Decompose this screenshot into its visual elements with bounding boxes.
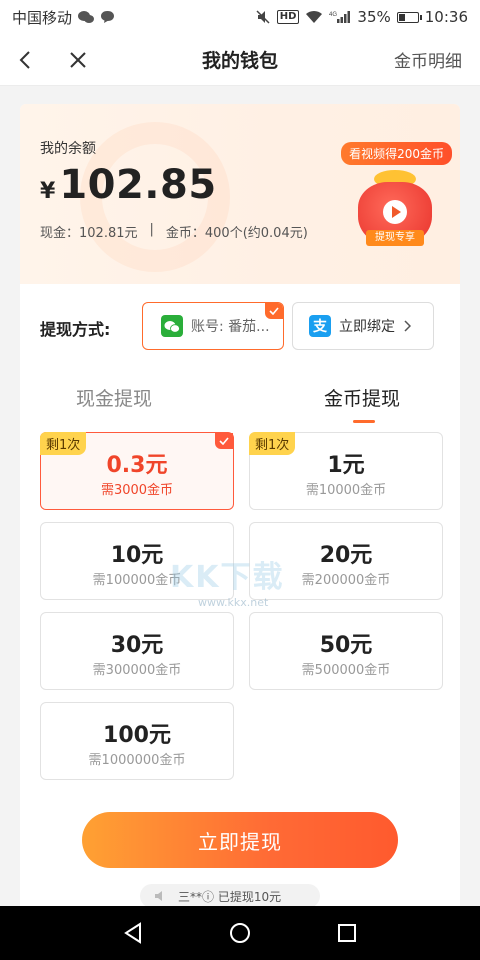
speaker-icon: [155, 891, 162, 901]
option-amount: 50元: [319, 633, 373, 658]
option-requirement: 需10000金币: [305, 483, 387, 498]
balance-amount: ¥ 102.85: [40, 162, 217, 208]
wifi-icon: [305, 10, 323, 24]
withdraw-option-0-3[interactable]: 剩1次 0.3元 需3000金币: [40, 432, 234, 510]
chevron-left-icon: [19, 50, 30, 69]
wechat-account-text: 账号: 番茄...: [191, 319, 270, 335]
alipay-bind-button[interactable]: 支 立即绑定: [292, 302, 434, 350]
balance-separator: |: [149, 222, 154, 237]
option-amount: 1元: [327, 453, 365, 478]
currency-symbol: ¥: [40, 179, 56, 204]
coin-detail-link[interactable]: 金币明细: [394, 47, 462, 72]
option-amount: 100元: [103, 723, 171, 748]
withdraw-method-row: 提现方式: 账号: 番茄... 支 立即绑定: [20, 302, 460, 352]
alipay-bind-text: 立即绑定: [339, 319, 395, 335]
close-button[interactable]: [52, 34, 104, 86]
withdraw-method-label: 提现方式:: [40, 320, 111, 339]
option-requirement: 需3000金币: [100, 483, 174, 498]
system-back-button[interactable]: [113, 913, 153, 953]
system-home-button[interactable]: [220, 913, 260, 953]
option-requirement: 需300000金币: [92, 663, 182, 678]
square-recents-icon: [337, 924, 356, 942]
active-tab-indicator: [353, 420, 375, 423]
nav-bar: 我的钱包 金币明细: [0, 34, 480, 86]
signal-icon: 4G: [329, 10, 351, 24]
ticker-text: 三**ⓘ 已提现10元: [178, 889, 282, 904]
network-type-label: 4G: [329, 12, 337, 18]
withdraw-option-50[interactable]: 50元 需500000金币: [249, 612, 443, 690]
carrier-label: 中国移动: [12, 8, 73, 27]
withdraw-option-30[interactable]: 30元 需300000金币: [40, 612, 234, 690]
alipay-icon: 支: [309, 315, 331, 337]
wallet-card: 我的余额 ¥ 102.85 现金：102.81元 | 金币：400个(约0.04…: [20, 104, 460, 914]
hd-badge: HD: [276, 10, 300, 24]
option-requirement: 需1000000金币: [88, 753, 186, 768]
balance-value: 102.85: [59, 162, 217, 208]
selected-check-icon: [265, 303, 283, 319]
promo-ribbon: 提现专享: [366, 230, 424, 246]
option-requirement: 需200000金币: [301, 573, 391, 588]
option-amount: 20元: [319, 543, 373, 568]
withdraw-option-10[interactable]: 10元 需100000金币: [40, 522, 234, 600]
option-amount: 10元: [110, 543, 164, 568]
option-amount: 30元: [110, 633, 164, 658]
withdraw-now-button[interactable]: 立即提现: [82, 812, 398, 868]
option-requirement: 需100000金币: [92, 573, 182, 588]
withdraw-tabs: 现金提现 金币提现: [20, 384, 460, 428]
triangle-back-icon: [124, 922, 142, 944]
withdraw-option-20[interactable]: 20元 需200000金币: [249, 522, 443, 600]
wechat-icon: [161, 315, 183, 337]
battery-icon: [396, 11, 422, 23]
withdraw-option-1[interactable]: 剩1次 1元 需10000金币: [249, 432, 443, 510]
withdraw-ticker: 三**ⓘ 已提现10元: [140, 884, 320, 908]
tab-coin[interactable]: 金币提现: [324, 384, 400, 411]
status-bar: 中国移动 HD 4G 35% 10:36: [0, 0, 480, 34]
circle-home-icon: [229, 923, 250, 943]
balance-detail: 现金：102.81元 | 金币：400个(约0.04元): [40, 222, 308, 241]
wechat-method-option[interactable]: 账号: 番茄...: [142, 302, 284, 350]
system-nav-bar: [0, 906, 480, 960]
close-icon: [70, 51, 86, 68]
mute-icon: [255, 9, 271, 25]
option-amount: 0.3元: [106, 453, 168, 478]
video-promo-button[interactable]: 提现专享: [352, 166, 438, 254]
play-icon: [383, 200, 407, 224]
video-promo-badge[interactable]: 看视频得200金币: [341, 142, 452, 165]
back-button[interactable]: [0, 34, 52, 86]
battery-percent: 35%: [357, 8, 391, 26]
system-recents-button[interactable]: [327, 913, 367, 953]
cash-balance: 现金：102.81元: [40, 226, 138, 241]
balance-label: 我的余额: [40, 141, 96, 157]
clock: 10:36: [424, 8, 468, 26]
withdraw-option-100[interactable]: 100元 需1000000金币: [40, 702, 234, 780]
chevron-right-icon: [404, 320, 411, 332]
tab-cash[interactable]: 现金提现: [76, 384, 152, 411]
balance-section: 我的余额 ¥ 102.85 现金：102.81元 | 金币：400个(约0.04…: [20, 104, 460, 284]
coin-balance: 金币：400个(约0.04元): [165, 226, 308, 241]
message-notification-icon: [100, 10, 115, 24]
wechat-notification-icon: [78, 10, 95, 24]
option-requirement: 需500000金币: [301, 663, 391, 678]
